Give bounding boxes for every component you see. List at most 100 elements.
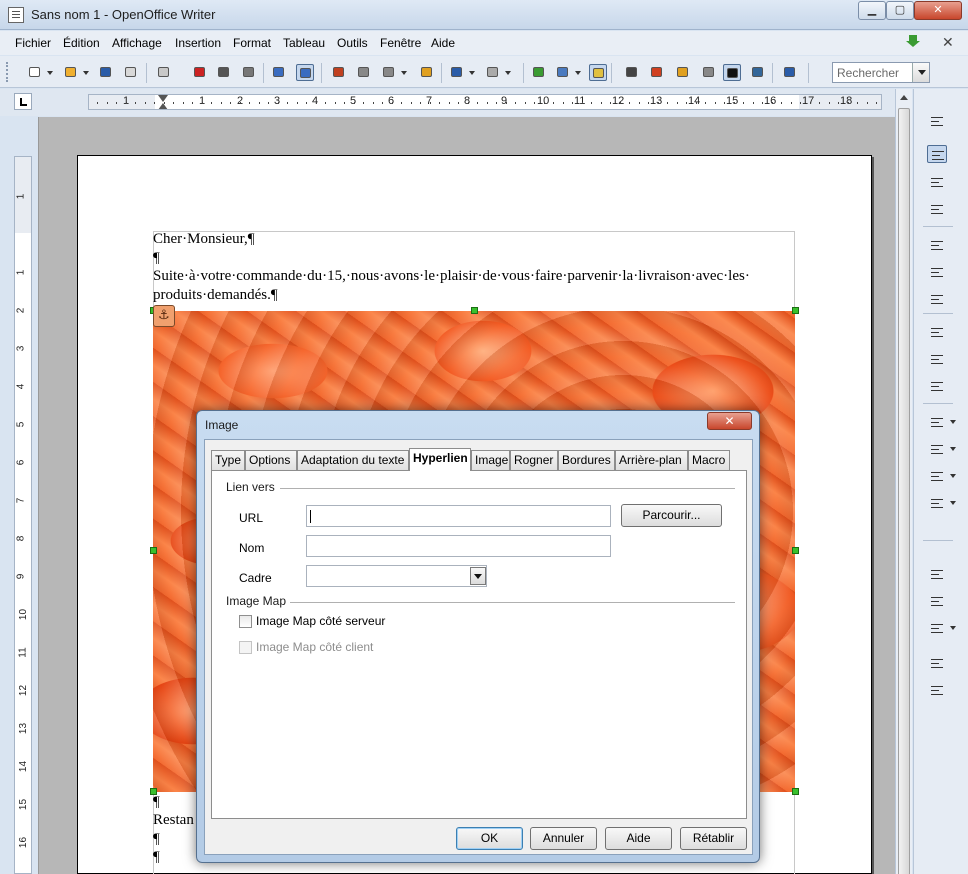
cadre-dropdown-icon[interactable] <box>470 567 486 585</box>
paragraph-greeting[interactable]: Cher·Monsieur,¶ <box>153 231 255 248</box>
align-top-icon[interactable] <box>927 323 947 341</box>
server-image-map-checkbox[interactable] <box>239 615 252 628</box>
tab-macro[interactable]: Macro <box>688 450 730 470</box>
wrap-through-icon[interactable] <box>927 200 947 218</box>
minimize-button[interactable]: ▁ <box>858 1 886 20</box>
open-icon[interactable] <box>62 64 80 81</box>
tab-rogner[interactable]: Rogner <box>510 450 558 470</box>
border-color-dropdown-icon[interactable] <box>950 474 956 478</box>
menu-tableau[interactable]: Tableau <box>283 36 325 50</box>
table-icon[interactable] <box>554 64 572 81</box>
paragraph-body-line1[interactable]: Suite·à·votre·commande·du·15,·nous·avons… <box>153 268 750 285</box>
paragraph-after-image-3[interactable]: ¶ <box>153 831 160 848</box>
print-icon[interactable] <box>215 64 233 81</box>
wrap-off-icon[interactable] <box>927 145 947 163</box>
clone-format-icon[interactable] <box>418 64 436 81</box>
line-style-icon[interactable] <box>927 440 947 458</box>
maximize-button[interactable]: ▢ <box>886 1 914 20</box>
print-preview-icon[interactable] <box>240 64 258 81</box>
menu-format[interactable]: Format <box>233 36 271 50</box>
formatting-marks-icon[interactable] <box>723 64 741 81</box>
redo-icon[interactable] <box>484 64 502 81</box>
tab-image[interactable]: Image <box>471 450 510 470</box>
vertical-scrollbar[interactable] <box>895 89 912 874</box>
anchor-change-icon[interactable] <box>927 619 947 637</box>
borders-dropdown-icon[interactable] <box>950 420 956 424</box>
paragraph-empty[interactable]: ¶ <box>153 250 160 267</box>
new-dropdown-icon[interactable] <box>47 71 53 75</box>
paragraph-after-image-1[interactable]: ¶ <box>153 794 160 811</box>
cut-icon[interactable] <box>330 64 348 81</box>
background-color-dropdown-icon[interactable] <box>950 501 956 505</box>
align-middle-icon[interactable] <box>927 350 947 368</box>
aide-button[interactable]: Aide <box>605 827 672 850</box>
format-paintbrush-icon[interactable] <box>927 112 947 130</box>
email-icon[interactable] <box>122 64 140 81</box>
paste-icon[interactable] <box>380 64 398 81</box>
menu-aide[interactable]: Aide <box>431 36 455 50</box>
tab-adaptation-texte[interactable]: Adaptation du texte <box>297 450 409 470</box>
tab-bordures[interactable]: Bordures <box>558 450 615 470</box>
line-style-dropdown-icon[interactable] <box>950 447 956 451</box>
undo-icon[interactable] <box>448 64 466 81</box>
tab-hyperlien[interactable]: Hyperlien <box>409 448 471 471</box>
data-sources-icon[interactable] <box>700 64 718 81</box>
close-document-button[interactable]: ✕ <box>942 34 954 51</box>
vertical-ruler[interactable]: 1 1 2 3 4 5 6 7 8 9 10 11 12 13 14 15 16 <box>14 156 32 874</box>
background-color-icon[interactable] <box>927 494 947 512</box>
hyperlink-icon[interactable] <box>530 64 548 81</box>
paragraph-after-image-2[interactable]: Restan <box>153 812 194 829</box>
url-input[interactable] <box>306 505 611 527</box>
autospellcheck-icon[interactable] <box>296 64 314 81</box>
borders-icon[interactable] <box>927 413 947 431</box>
align-left-icon[interactable] <box>927 236 947 254</box>
resize-handle-ml[interactable] <box>150 547 157 554</box>
send-backward-icon[interactable] <box>927 592 947 610</box>
nom-input[interactable] <box>306 535 611 557</box>
dialog-close-button[interactable]: ✕ <box>707 412 752 430</box>
resize-handle-tr[interactable] <box>792 307 799 314</box>
menu-affichage[interactable]: Affichage <box>112 36 162 50</box>
save-icon[interactable] <box>97 64 115 81</box>
new-icon[interactable] <box>26 64 44 81</box>
search-dropdown-button[interactable] <box>912 63 929 82</box>
menu-fenetre[interactable]: Fenêtre <box>380 36 421 50</box>
resize-handle-br[interactable] <box>792 788 799 795</box>
spellcheck-icon[interactable] <box>270 64 288 81</box>
toolbar-grip[interactable] <box>6 62 11 82</box>
copy-icon[interactable] <box>355 64 373 81</box>
menu-fichier[interactable]: Fichier <box>15 36 51 50</box>
align-right-icon[interactable] <box>927 290 947 308</box>
gallery-icon[interactable] <box>674 64 692 81</box>
horizontal-ruler[interactable]: 1 1 2 3 4 5 6 7 8 9 10 11 12 13 14 15 16 17 18 <box>88 94 882 110</box>
close-window-button[interactable]: ✕ <box>914 1 962 20</box>
cadre-select[interactable] <box>306 565 487 587</box>
ok-button[interactable]: OK <box>456 827 523 850</box>
menu-insertion[interactable]: Insertion <box>175 36 221 50</box>
paste-dropdown-icon[interactable] <box>401 71 407 75</box>
update-available-icon[interactable] <box>905 35 921 49</box>
navigator-icon[interactable] <box>648 64 666 81</box>
zoom-icon[interactable] <box>749 64 767 81</box>
open-dropdown-icon[interactable] <box>83 71 89 75</box>
undo-dropdown-icon[interactable] <box>469 71 475 75</box>
paragraph-after-image-4[interactable]: ¶ <box>153 849 160 866</box>
retablir-button[interactable]: Rétablir <box>680 827 747 850</box>
server-image-map-label[interactable]: Image Map côté serveur <box>256 614 385 628</box>
edit-file-icon[interactable] <box>155 64 173 81</box>
find-replace-icon[interactable] <box>623 64 641 81</box>
table-dropdown-icon[interactable] <box>575 71 581 75</box>
tab-arriere-plan[interactable]: Arrière-plan <box>615 450 688 470</box>
scrollbar-thumb[interactable] <box>898 108 910 874</box>
paragraph-body-line2[interactable]: produits·demandés.¶ <box>153 287 278 304</box>
resize-handle-mr[interactable] <box>792 547 799 554</box>
align-bottom-icon[interactable] <box>927 377 947 395</box>
link-frames-icon[interactable] <box>927 654 947 672</box>
client-image-map-checkbox[interactable] <box>239 641 252 654</box>
bring-forward-icon[interactable] <box>927 565 947 583</box>
help-icon[interactable] <box>781 64 799 81</box>
anchor-change-dropdown-icon[interactable] <box>950 626 956 630</box>
border-color-icon[interactable] <box>927 467 947 485</box>
pdf-icon[interactable] <box>191 64 209 81</box>
wrap-page-icon[interactable] <box>927 173 947 191</box>
